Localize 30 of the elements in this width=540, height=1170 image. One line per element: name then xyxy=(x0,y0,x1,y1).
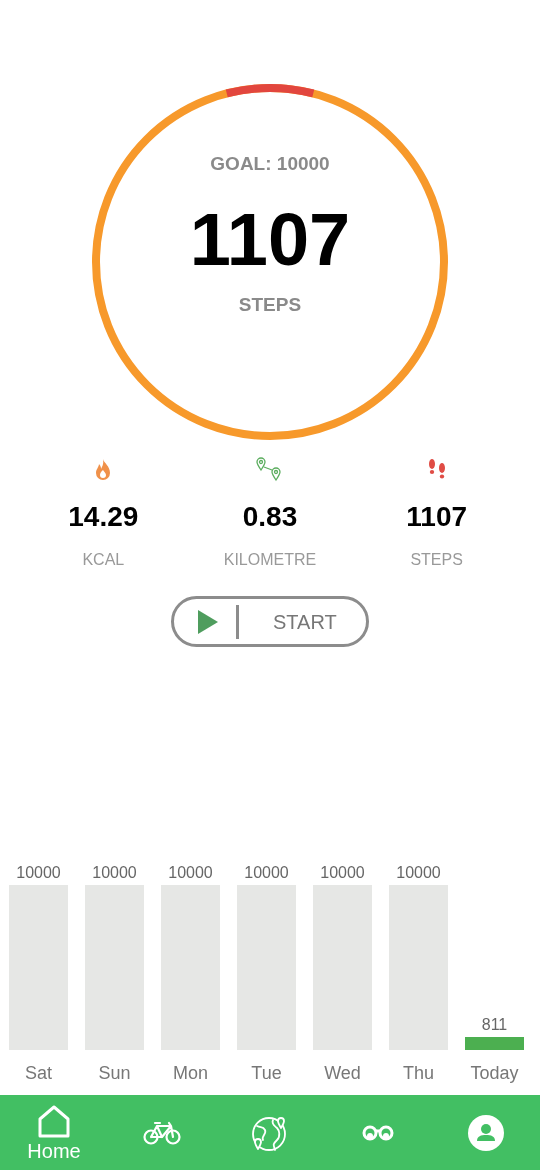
stat-label: STEPS xyxy=(410,550,463,570)
play-icon xyxy=(198,609,218,634)
bicycle-icon xyxy=(143,1119,181,1146)
stat-label: KILOMETRE xyxy=(223,550,317,570)
home-icon xyxy=(37,1104,71,1139)
nav-tab[interactable]: Home xyxy=(0,1095,108,1170)
day-label: Tue xyxy=(251,1062,282,1085)
profile-icon xyxy=(468,1114,504,1151)
bar-value: 10000 xyxy=(16,865,61,881)
bar-value: 10000 xyxy=(168,865,213,881)
day-label: Today xyxy=(470,1062,519,1085)
day-label: Sun xyxy=(98,1062,131,1085)
bar-value: 10000 xyxy=(396,865,441,881)
bar-value: 811 xyxy=(481,1016,508,1033)
goal-label: GOAL: 10000 xyxy=(210,152,330,176)
stat-value: 0.83 xyxy=(242,500,298,534)
steps-unit: STEPS xyxy=(238,292,302,317)
day-label: Wed xyxy=(324,1062,361,1085)
stat-value: 1107 xyxy=(406,500,468,534)
day-label: Thu xyxy=(403,1062,434,1085)
bar-value: 10000 xyxy=(244,865,289,881)
day-label: Mon xyxy=(173,1062,208,1085)
start-button[interactable]: START xyxy=(171,596,369,647)
bar-value: 10000 xyxy=(92,865,137,881)
stat-value: 14.29 xyxy=(68,500,139,534)
bar-value: 10000 xyxy=(320,865,365,881)
stat-label: KCAL xyxy=(82,550,125,570)
step-count: 1107 xyxy=(189,202,351,277)
bar xyxy=(465,1036,524,1050)
day-label: Sat xyxy=(25,1062,52,1085)
